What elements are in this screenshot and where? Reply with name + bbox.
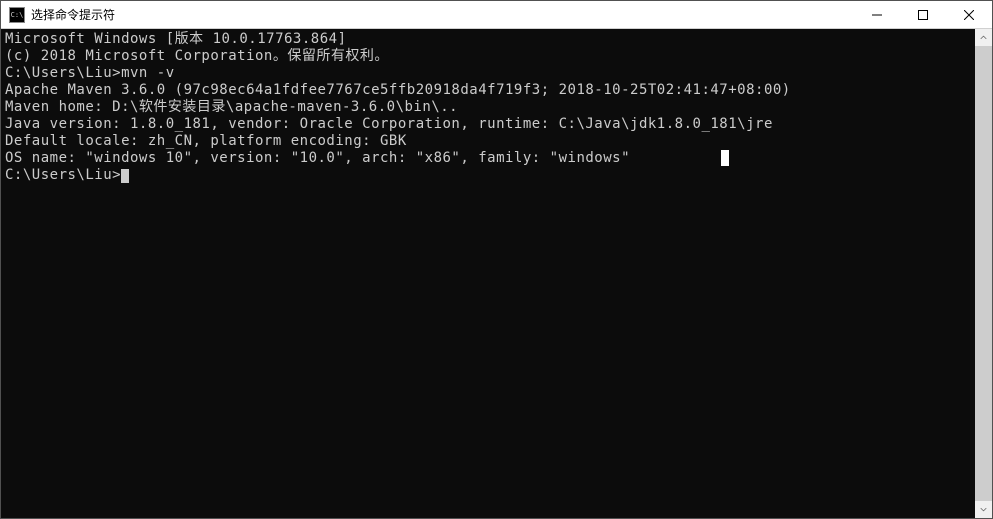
cmd-icon: C:\ bbox=[9, 7, 25, 23]
scroll-down-button[interactable] bbox=[975, 501, 992, 518]
terminal-line: Java version: 1.8.0_181, vendor: Oracle … bbox=[5, 116, 971, 133]
chevron-down-icon bbox=[980, 506, 987, 513]
scroll-up-button[interactable] bbox=[975, 29, 992, 46]
command-prompt-window: C:\ 选择命令提示符 Microsoft Windows [版本 10.0.1… bbox=[0, 0, 993, 519]
chevron-up-icon bbox=[980, 34, 987, 41]
terminal-output[interactable]: Microsoft Windows [版本 10.0.17763.864](c)… bbox=[1, 29, 975, 518]
terminal-line: Default locale: zh_CN, platform encoding… bbox=[5, 133, 971, 150]
vertical-scrollbar[interactable] bbox=[975, 29, 992, 518]
scroll-track[interactable] bbox=[975, 46, 992, 501]
maximize-button[interactable] bbox=[900, 1, 946, 28]
terminal-line: (c) 2018 Microsoft Corporation。保留所有权利。 bbox=[5, 48, 971, 65]
terminal-line: C:\Users\Liu> bbox=[5, 167, 971, 184]
window-controls bbox=[854, 1, 992, 28]
terminal-line: Apache Maven 3.6.0 (97c98ec64a1fdfee7767… bbox=[5, 82, 971, 99]
terminal-line: Microsoft Windows [版本 10.0.17763.864] bbox=[5, 31, 971, 48]
maximize-icon bbox=[918, 10, 928, 20]
window-title: 选择命令提示符 bbox=[31, 6, 854, 23]
selection-cursor bbox=[721, 150, 729, 166]
close-button[interactable] bbox=[946, 1, 992, 28]
minimize-icon bbox=[872, 10, 882, 20]
terminal-line: C:\Users\Liu>mvn -v bbox=[5, 65, 971, 82]
close-icon bbox=[964, 10, 974, 20]
terminal-container: Microsoft Windows [版本 10.0.17763.864](c)… bbox=[1, 29, 992, 518]
scroll-thumb[interactable] bbox=[975, 46, 992, 501]
terminal-line: OS name: "windows 10", version: "10.0", … bbox=[5, 150, 971, 167]
titlebar[interactable]: C:\ 选择命令提示符 bbox=[1, 1, 992, 29]
minimize-button[interactable] bbox=[854, 1, 900, 28]
text-cursor bbox=[121, 169, 129, 183]
terminal-line: Maven home: D:\软件安装目录\apache-maven-3.6.0… bbox=[5, 99, 971, 116]
